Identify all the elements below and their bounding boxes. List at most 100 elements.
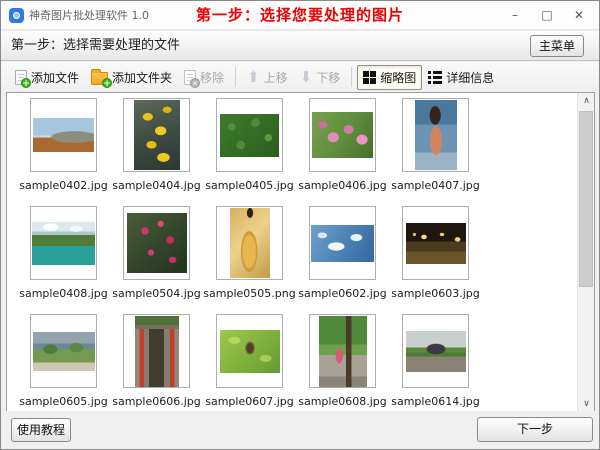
thumbnail-image bbox=[311, 225, 374, 262]
thumbnail-label: sample0406.jpg bbox=[296, 179, 389, 192]
file-thumbnail[interactable]: sample0606.jpg bbox=[110, 311, 203, 412]
thumbnail-label: sample0608.jpg bbox=[296, 395, 389, 408]
thumbnail-label: sample0603.jpg bbox=[389, 287, 482, 300]
move-down-label: 下移 bbox=[316, 69, 340, 86]
move-up-button[interactable]: ⬆ 上移 bbox=[241, 65, 294, 90]
thumbnail-image bbox=[319, 316, 367, 387]
thumbnail-image bbox=[220, 114, 279, 157]
thumbnail-frame bbox=[123, 98, 190, 172]
details-view-button[interactable]: 详细信息 bbox=[422, 65, 500, 90]
file-thumbnail[interactable]: sample0614.jpg bbox=[389, 311, 482, 412]
thumbnail-label: sample0605.jpg bbox=[17, 395, 110, 408]
thumbnail-image bbox=[32, 222, 95, 265]
vertical-scrollbar[interactable]: ∧ ∨ bbox=[577, 93, 594, 412]
add-folder-button[interactable]: + 添加文件夹 bbox=[85, 65, 178, 90]
file-thumbnail[interactable]: sample0405.jpg bbox=[203, 95, 296, 203]
file-thumbnail[interactable]: sample0608.jpg bbox=[296, 311, 389, 412]
thumbnail-frame bbox=[402, 98, 469, 172]
move-up-icon: ⬆ bbox=[247, 70, 260, 85]
list-view-icon bbox=[428, 71, 442, 84]
thumbnail-grid: sample0402.jpg sample0404.jpg sample0405… bbox=[7, 93, 577, 412]
thumbnail-label: sample0607.jpg bbox=[203, 395, 296, 408]
thumbnail-label: sample0606.jpg bbox=[110, 395, 203, 408]
move-down-button[interactable]: ⬇ 下移 bbox=[294, 65, 347, 90]
toolbar-separator bbox=[351, 67, 352, 87]
thumbnail-frame bbox=[30, 314, 97, 388]
footer-bar: 使用教程 下一步 bbox=[1, 411, 599, 449]
file-thumbnail[interactable]: sample0603.jpg bbox=[389, 203, 482, 311]
thumbnail-label: sample0404.jpg bbox=[110, 179, 203, 192]
grid-view-icon bbox=[363, 71, 376, 84]
thumbnail-label: sample0602.jpg bbox=[296, 287, 389, 300]
add-folder-label: 添加文件夹 bbox=[112, 69, 172, 86]
thumbnail-frame bbox=[123, 206, 190, 280]
move-down-icon: ⬇ bbox=[300, 70, 313, 85]
app-window: 神奇图片批处理软件 1.0 第一步：选择您要处理的图片 – □ ✕ 第一步：选择… bbox=[0, 0, 600, 450]
file-thumbnail[interactable]: sample0605.jpg bbox=[17, 311, 110, 412]
thumbnail-frame bbox=[216, 98, 283, 172]
thumbnail-view-button[interactable]: 缩略图 bbox=[357, 65, 422, 90]
thumbnail-label: sample0405.jpg bbox=[203, 179, 296, 192]
thumbnail-image bbox=[134, 100, 180, 170]
minimize-button[interactable]: – bbox=[499, 1, 531, 30]
thumbnail-label: sample0504.jpg bbox=[110, 287, 203, 300]
thumbnail-frame bbox=[30, 98, 97, 172]
thumbnail-frame bbox=[309, 206, 376, 280]
thumbnail-frame bbox=[309, 314, 376, 388]
file-thumbnail[interactable]: sample0407.jpg bbox=[389, 95, 482, 203]
remove-icon: ✕ bbox=[184, 70, 196, 85]
thumbnail-label: sample0407.jpg bbox=[389, 179, 482, 192]
thumbnail-view-label: 缩略图 bbox=[380, 69, 416, 86]
scrollbar-thumb[interactable] bbox=[579, 111, 593, 287]
thumbnail-label: sample0614.jpg bbox=[389, 395, 482, 408]
remove-button[interactable]: ✕ 移除 bbox=[178, 65, 230, 90]
details-view-label: 详细信息 bbox=[446, 69, 494, 86]
window-controls: – □ ✕ bbox=[499, 1, 595, 30]
thumbnail-image bbox=[33, 118, 94, 152]
tutorial-button[interactable]: 使用教程 bbox=[11, 418, 71, 442]
file-thumbnail[interactable]: sample0504.jpg bbox=[110, 203, 203, 311]
file-thumbnail[interactable]: sample0402.jpg bbox=[17, 95, 110, 203]
thumbnail-image bbox=[312, 112, 373, 158]
thumbnail-frame bbox=[402, 206, 469, 280]
thumbnail-frame bbox=[309, 98, 376, 172]
thumbnail-image bbox=[406, 331, 466, 372]
file-list-panel: sample0402.jpg sample0404.jpg sample0405… bbox=[6, 92, 595, 413]
thumbnail-label: sample0505.png bbox=[203, 287, 296, 300]
main-menu-button[interactable]: 主菜单 bbox=[530, 35, 584, 57]
toolbar-separator bbox=[235, 67, 236, 87]
thumbnail-frame bbox=[216, 314, 283, 388]
close-button[interactable]: ✕ bbox=[563, 1, 595, 30]
remove-label: 移除 bbox=[200, 69, 224, 86]
add-folder-icon: + bbox=[91, 72, 108, 85]
file-thumbnail[interactable]: sample0404.jpg bbox=[110, 95, 203, 203]
add-file-button[interactable]: + 添加文件 bbox=[9, 65, 85, 90]
file-thumbnail[interactable]: sample0406.jpg bbox=[296, 95, 389, 203]
file-thumbnail[interactable]: sample0408.jpg bbox=[17, 203, 110, 311]
scroll-up-icon[interactable]: ∧ bbox=[578, 93, 595, 109]
thumbnail-label: sample0408.jpg bbox=[17, 287, 110, 300]
thumbnail-image bbox=[127, 213, 187, 273]
thumbnail-frame bbox=[123, 314, 190, 388]
maximize-button[interactable]: □ bbox=[531, 1, 563, 30]
scroll-down-icon[interactable]: ∨ bbox=[578, 396, 595, 412]
add-file-icon: + bbox=[15, 70, 27, 85]
toolbar: + 添加文件 + 添加文件夹 ✕ 移除 ⬆ 上移 ⬇ 下移 缩略图 详细信息 bbox=[1, 62, 599, 92]
thumbnail-image bbox=[135, 316, 179, 387]
file-thumbnail[interactable]: sample0602.jpg bbox=[296, 203, 389, 311]
thumbnail-frame bbox=[402, 314, 469, 388]
thumbnail-frame bbox=[30, 206, 97, 280]
thumbnail-label: sample0402.jpg bbox=[17, 179, 110, 192]
add-file-label: 添加文件 bbox=[31, 69, 79, 86]
step-header-bar: 第一步：选择需要处理的文件 主菜单 bbox=[1, 31, 599, 61]
thumbnail-image bbox=[406, 223, 466, 264]
thumbnail-frame bbox=[216, 206, 283, 280]
step-title: 第一步：选择需要处理的文件 bbox=[11, 31, 180, 61]
thumbnail-image bbox=[220, 330, 280, 373]
move-up-label: 上移 bbox=[264, 69, 288, 86]
next-step-button[interactable]: 下一步 bbox=[477, 417, 593, 442]
title-bar: 神奇图片批处理软件 1.0 第一步：选择您要处理的图片 – □ ✕ bbox=[1, 1, 599, 30]
file-thumbnail[interactable]: sample0505.png bbox=[203, 203, 296, 311]
file-thumbnail[interactable]: sample0607.jpg bbox=[203, 311, 296, 412]
thumbnail-image bbox=[230, 208, 270, 278]
